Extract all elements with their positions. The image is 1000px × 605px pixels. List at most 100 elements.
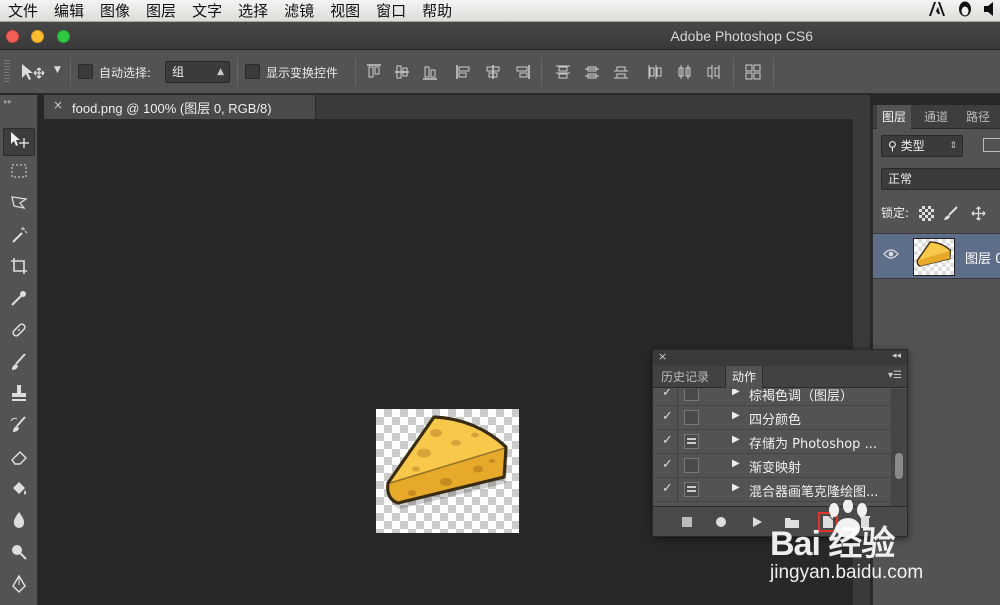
magic-wand-tool[interactable] [3, 223, 35, 251]
distribute-right-edges-icon[interactable] [704, 63, 722, 81]
tool-preset-dropdown-icon[interactable]: ▼ [54, 65, 61, 75]
action-row[interactable]: ✓ ▶ 存储为 Photoshop ... [653, 430, 891, 454]
minimize-window-button[interactable] [31, 30, 44, 43]
document-image[interactable] [376, 409, 519, 533]
visibility-eye-icon[interactable] [883, 248, 899, 264]
tab-layers[interactable]: 图层 [877, 105, 912, 129]
paint-bucket-tool[interactable] [3, 477, 35, 505]
distribute-top-edges-icon[interactable] [554, 63, 572, 81]
menu-window[interactable]: 窗口 [368, 0, 414, 22]
menu-view[interactable]: 视图 [322, 0, 368, 22]
align-top-edges-icon[interactable] [365, 63, 383, 81]
zoom-window-button[interactable] [57, 30, 70, 43]
create-new-set-button[interactable] [782, 512, 802, 532]
tab-actions[interactable]: 动作 [725, 366, 764, 388]
document-tab[interactable]: × food.png @ 100% (图层 0, RGB/8) [44, 95, 316, 119]
options-bar-grip[interactable] [4, 60, 10, 84]
action-row[interactable]: ✓ ▶ 混合器画笔克隆绘图... [653, 478, 891, 502]
tab-history[interactable]: 历史记录 [655, 366, 715, 388]
blur-tool[interactable] [3, 508, 35, 536]
action-toggle-check-icon[interactable]: ✓ [662, 389, 673, 400]
action-row[interactable]: ✓ ▶ 棕褐色调（图层） [653, 389, 891, 406]
expand-triangle-icon[interactable]: ▶ [732, 389, 740, 397]
dodge-tool[interactable] [3, 540, 35, 568]
blend-mode-select[interactable]: 正常 [881, 168, 1000, 190]
lock-image-pixels-icon[interactable] [943, 206, 958, 221]
close-window-button[interactable] [6, 30, 19, 43]
create-new-action-button[interactable] [818, 512, 838, 532]
start-recording-button[interactable] [711, 512, 731, 532]
layer-name[interactable]: 图层 0 [965, 248, 1000, 267]
expand-triangle-icon[interactable]: ▶ [732, 434, 740, 445]
align-right-edges-icon[interactable] [513, 63, 531, 81]
align-left-edges-icon[interactable] [455, 63, 473, 81]
marquee-tool[interactable] [3, 159, 35, 187]
tab-channels[interactable]: 通道 [919, 105, 953, 129]
eyedropper-tool[interactable] [3, 286, 35, 314]
panel-collapse-icon[interactable]: ▸▸ [4, 97, 12, 106]
lock-position-icon[interactable] [971, 206, 986, 221]
tab-paths[interactable]: 路径 [961, 105, 995, 129]
action-toggle-check-icon[interactable]: ✓ [662, 433, 673, 448]
actions-scrollbar-thumb[interactable] [895, 453, 903, 479]
history-brush-tool[interactable] [3, 413, 35, 441]
speaker-icon[interactable] [984, 1, 994, 21]
play-selection-button[interactable] [747, 512, 767, 532]
expand-triangle-icon[interactable]: ▶ [732, 458, 740, 469]
qq-penguin-icon[interactable] [956, 0, 974, 22]
expand-triangle-icon[interactable]: ▶ [732, 482, 740, 493]
lock-transparent-pixels-icon[interactable] [919, 206, 934, 221]
layer-filter-select[interactable]: ⚲ 类型 ⇕ [881, 135, 963, 157]
auto-select-target-select[interactable]: 组 ▲ [165, 61, 230, 83]
delete-action-button[interactable] [855, 512, 875, 532]
image-filter-icon[interactable] [983, 138, 1000, 152]
actions-panel-header[interactable]: × ◂◂ [653, 350, 907, 366]
move-tool-preset-icon[interactable] [20, 62, 46, 86]
dialog-toggle-box[interactable] [684, 458, 699, 473]
pen-tool[interactable] [3, 572, 35, 600]
close-panel-icon[interactable]: × [658, 350, 667, 363]
lasso-tool[interactable] [3, 191, 35, 219]
dialog-toggle-box[interactable] [684, 482, 699, 497]
action-row[interactable]: ✓ ▶ 四分颜色 [653, 406, 891, 430]
distribute-left-edges-icon[interactable] [646, 63, 664, 81]
action-toggle-check-icon[interactable]: ✓ [662, 409, 673, 424]
layer-thumbnail[interactable] [913, 238, 955, 276]
close-document-icon[interactable]: × [53, 98, 63, 112]
menu-select[interactable]: 选择 [230, 0, 276, 22]
crop-tool[interactable] [3, 254, 35, 282]
menu-edit[interactable]: 编辑 [46, 0, 92, 22]
distribute-bottom-edges-icon[interactable] [612, 63, 630, 81]
brush-tool[interactable] [3, 350, 35, 378]
distribute-vertical-centers-icon[interactable] [583, 63, 601, 81]
move-tool[interactable] [3, 128, 35, 156]
action-toggle-check-icon[interactable]: ✓ [662, 457, 673, 472]
menu-image[interactable]: 图像 [92, 0, 138, 22]
adobe-icon[interactable] [928, 1, 946, 21]
panel-menu-icon[interactable]: ▾☰ [888, 370, 902, 381]
menu-layer[interactable]: 图层 [138, 0, 184, 22]
collapse-panel-icon[interactable]: ◂◂ [892, 351, 901, 361]
stop-recording-button[interactable] [677, 512, 697, 532]
expand-triangle-icon[interactable]: ▶ [732, 410, 740, 421]
menu-file[interactable]: 文件 [0, 0, 46, 22]
menu-type[interactable]: 文字 [184, 0, 230, 22]
auto-select-checkbox[interactable] [78, 64, 93, 79]
align-bottom-edges-icon[interactable] [421, 63, 439, 81]
menu-help[interactable]: 帮助 [414, 0, 460, 22]
show-transform-controls-checkbox[interactable] [245, 64, 260, 79]
dialog-toggle-box[interactable] [684, 389, 699, 401]
clone-stamp-tool[interactable] [3, 381, 35, 409]
align-horizontal-centers-icon[interactable] [484, 63, 502, 81]
tools-panel-header[interactable]: ▸▸ [0, 95, 38, 106]
eraser-tool[interactable] [3, 445, 35, 473]
align-vertical-centers-icon[interactable] [393, 63, 411, 81]
distribute-horizontal-centers-icon[interactable] [675, 63, 693, 81]
action-row[interactable]: ✓ ▶ 渐变映射 [653, 454, 891, 478]
layer-row[interactable]: 图层 0 [873, 233, 1000, 279]
menu-filter[interactable]: 滤镜 [276, 0, 322, 22]
action-toggle-check-icon[interactable]: ✓ [662, 481, 673, 496]
healing-brush-tool[interactable] [3, 318, 35, 346]
dialog-toggle-box[interactable] [684, 434, 699, 449]
dialog-toggle-box[interactable] [684, 410, 699, 425]
